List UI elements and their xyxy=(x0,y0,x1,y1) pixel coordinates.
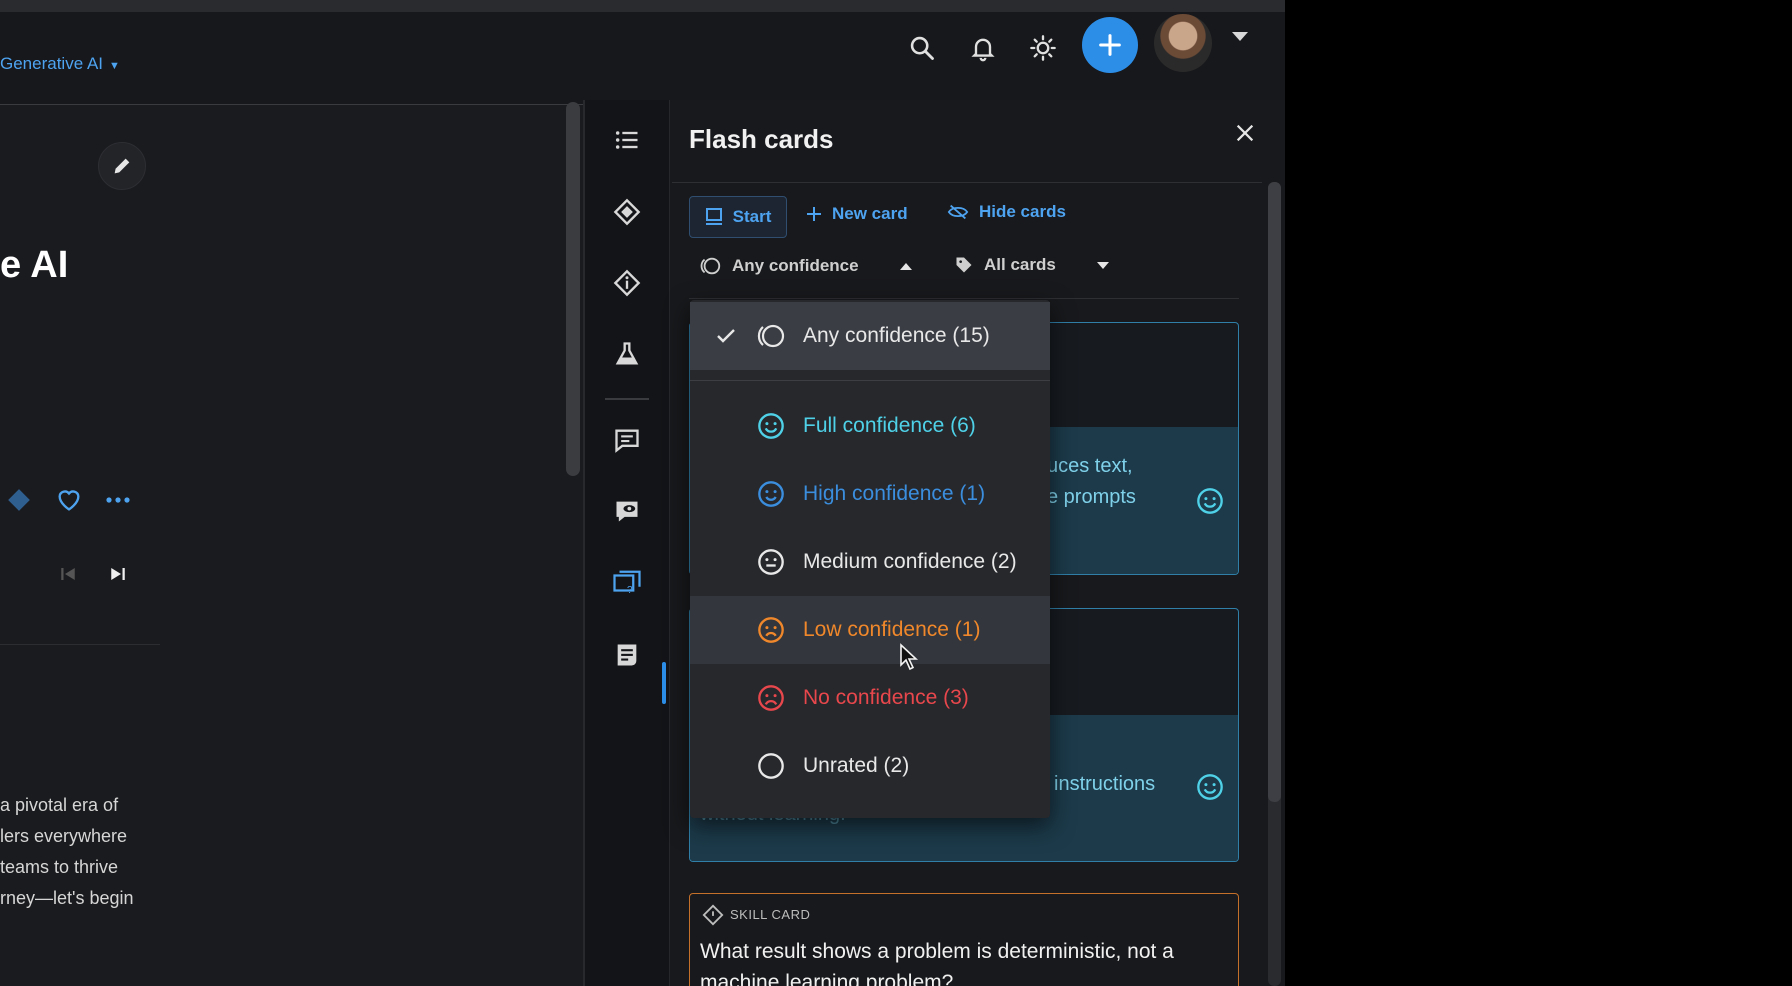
smile-icon xyxy=(1197,774,1223,800)
brightness-icon[interactable] xyxy=(1023,28,1063,68)
start-label: Start xyxy=(732,207,772,226)
smile-icon xyxy=(756,479,786,509)
browser-strip xyxy=(0,0,1285,12)
content-scrollbar[interactable] xyxy=(566,102,580,476)
breadcrumb[interactable]: Generative AI ▼ xyxy=(0,54,120,74)
confidence-filter-label: Any confidence xyxy=(732,256,859,275)
caret-down-icon xyxy=(1096,255,1110,275)
circle-icon xyxy=(756,751,786,781)
any-confidence-icon xyxy=(756,321,786,351)
dropdown-item-label: Unrated (2) xyxy=(803,754,910,777)
smile-icon xyxy=(1197,488,1223,514)
diamond-info-icon[interactable] xyxy=(609,265,645,301)
plus-icon xyxy=(807,207,821,221)
rail-separator xyxy=(605,398,649,400)
top-bar: Generative AI ▼ xyxy=(0,0,1285,105)
dropdown-item-label: No confidence (3) xyxy=(803,686,969,709)
hide-cards-label: Hide cards xyxy=(979,202,1066,221)
dropdown-item-low-confidence[interactable]: Low confidence (1) xyxy=(690,596,1050,664)
intro-line: rney—let's begin xyxy=(0,888,134,908)
plus-icon xyxy=(1099,34,1121,56)
intro-line: lers everywhere xyxy=(0,826,128,846)
dropdown-item-label: High confidence (1) xyxy=(803,482,986,505)
intro-line: teams to thrive xyxy=(0,857,119,877)
panel-scrollbar-thumb[interactable] xyxy=(1268,182,1281,802)
cards-filter-label: All cards xyxy=(984,255,1056,274)
dropdown-item-no-confidence[interactable]: No confidence (3) xyxy=(690,664,1050,732)
path-icon[interactable] xyxy=(609,194,645,230)
flashcards-icon[interactable]: ? xyxy=(609,565,645,601)
dropdown-separator xyxy=(690,380,1050,381)
dropdown-item-label: Full confidence (6) xyxy=(803,414,976,437)
chevron-down-icon[interactable] xyxy=(1232,32,1248,41)
check-icon xyxy=(712,322,740,350)
side-rail: ? xyxy=(585,100,670,986)
heart-icon[interactable] xyxy=(53,484,85,516)
breadcrumb-label: Generative AI xyxy=(0,54,104,73)
dropdown-item-label: Low confidence (1) xyxy=(803,618,981,641)
intro-text: a pivotal era of lers everywhere teams t… xyxy=(0,790,150,914)
tag-icon xyxy=(956,257,972,273)
confidence-filter[interactable]: Any confidence xyxy=(700,256,913,276)
skip-previous-icon[interactable] xyxy=(56,562,80,586)
search-icon[interactable] xyxy=(902,28,942,68)
skip-next-icon[interactable] xyxy=(106,562,130,586)
new-card-label: New card xyxy=(832,204,908,223)
user-avatar[interactable] xyxy=(1154,14,1212,72)
filter-separator xyxy=(689,298,1239,299)
hide-cards-button[interactable]: Hide cards xyxy=(947,202,1066,222)
dropdown-item-label: Any confidence (15) xyxy=(803,324,990,347)
svg-text:?: ? xyxy=(627,585,633,596)
list-icon[interactable] xyxy=(609,122,645,158)
new-card-button[interactable]: New card xyxy=(806,204,908,224)
sad-face-icon xyxy=(756,683,786,713)
outside-area xyxy=(1285,0,1792,986)
dropdown-item-medium-confidence[interactable]: Medium confidence (2) xyxy=(690,528,1050,596)
any-confidence-icon xyxy=(700,257,721,275)
skill-card[interactable]: SKILL CARD What result shows a problem i… xyxy=(689,893,1239,986)
cards-filter[interactable]: All cards xyxy=(954,255,1110,275)
flask-icon[interactable] xyxy=(609,336,645,372)
close-icon[interactable] xyxy=(1230,118,1260,148)
section-divider xyxy=(0,644,160,645)
neutral-face-icon xyxy=(756,547,786,577)
dropdown-item-full-confidence[interactable]: Full confidence (6) xyxy=(690,392,1050,460)
eye-off-icon xyxy=(947,204,969,220)
active-indicator xyxy=(662,662,666,704)
skill-card-question: What result shows a problem is determini… xyxy=(700,940,1174,986)
more-icon[interactable] xyxy=(102,484,134,516)
caret-down-icon: ▼ xyxy=(109,60,120,72)
smile-icon xyxy=(756,411,786,441)
pencil-icon xyxy=(114,158,130,174)
confidence-dropdown: Any confidence (15) Full confidence (6) … xyxy=(690,300,1050,818)
card-snippet: e prompts xyxy=(1047,486,1136,508)
notes-icon[interactable] xyxy=(609,637,645,673)
start-button[interactable]: Start xyxy=(689,196,787,238)
dropdown-item-unrated[interactable]: Unrated (2) xyxy=(690,732,1050,800)
dropdown-item-label: Medium confidence (2) xyxy=(803,550,1017,573)
panel-separator xyxy=(672,182,1262,183)
bell-icon[interactable] xyxy=(963,28,1003,68)
chat-eye-icon[interactable] xyxy=(609,493,645,529)
presentation-icon xyxy=(705,208,722,225)
mouse-cursor-icon xyxy=(899,643,919,676)
panel-title: Flash cards xyxy=(689,124,834,154)
card-snippet: instructions xyxy=(1054,773,1156,795)
page-title: e AI xyxy=(0,244,69,286)
edit-button[interactable] xyxy=(98,142,146,190)
app-window: Generative AI ▼ e AI a pivotal era of le… xyxy=(0,0,1285,986)
dropdown-item-any-confidence[interactable]: Any confidence (15) xyxy=(690,302,1050,370)
caret-up-icon xyxy=(899,256,913,276)
dropdown-item-high-confidence[interactable]: High confidence (1) xyxy=(690,460,1050,528)
diamond-icon xyxy=(702,904,724,926)
frown-icon xyxy=(756,615,786,645)
card-snippet: uces text, xyxy=(1047,455,1133,477)
chat-icon[interactable] xyxy=(609,422,645,458)
skill-card-label: SKILL CARD xyxy=(730,907,811,922)
path-icon[interactable] xyxy=(4,485,34,515)
add-button[interactable] xyxy=(1082,17,1138,73)
intro-line: a pivotal era of xyxy=(0,795,119,815)
